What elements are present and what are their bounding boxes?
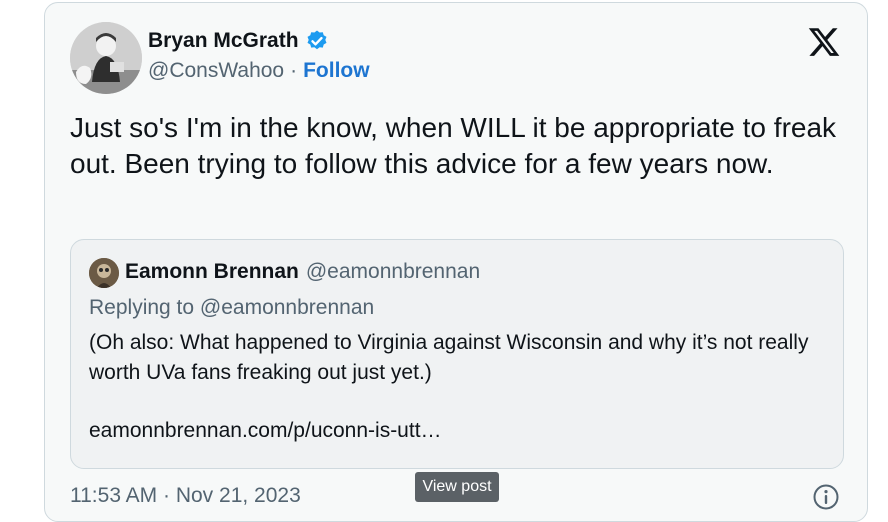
quoted-author-avatar [89,258,119,288]
replying-to: Replying to @eamonnbrennan [89,296,375,319]
quoted-author-name: Eamonn Brennan [125,260,299,283]
follow-button[interactable]: Follow [303,59,370,83]
author-handle-row: @ConsWahoo · Follow [148,59,370,83]
view-post-tooltip[interactable]: View post [415,472,499,502]
author-handle[interactable]: @ConsWahoo [148,59,284,83]
author-name[interactable]: Bryan McGrath [148,29,299,53]
info-icon[interactable] [812,483,840,511]
quoted-text: (Oh also: What happened to Virginia agai… [89,331,809,384]
verified-badge-icon [305,29,329,53]
handle-separator: · [290,59,298,82]
author-avatar[interactable] [70,22,142,94]
timestamp[interactable]: 11:53 AM · Nov 21, 2023 [70,484,301,508]
x-logo-icon[interactable] [807,25,841,59]
quoted-tweet[interactable]: Eamonn Brennan @eamonnbrennan Replying t… [70,239,844,469]
quoted-link[interactable]: eamonnbrennan.com/p/uconn-is-utt… [89,419,442,443]
tweet-text: Just so's I'm in the know, when WILL it … [70,112,837,179]
quoted-header: Eamonn Brennan @eamonnbrennan [125,260,480,284]
quoted-author-handle: @eamonnbrennan [305,260,481,283]
author-name-row: Bryan McGrath [148,29,329,53]
tweet-card[interactable]: Bryan McGrath @ConsWahoo · Follow Just s… [44,2,868,522]
